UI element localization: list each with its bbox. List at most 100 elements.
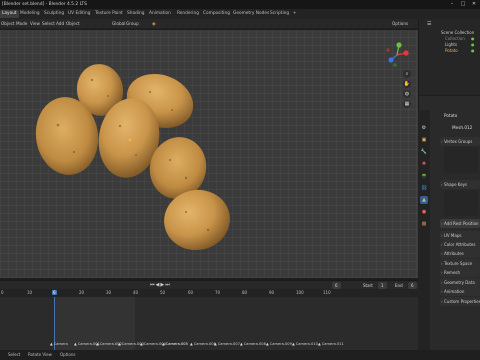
tab-uv-editing[interactable]: UV Editing xyxy=(66,10,92,18)
timeline-marker[interactable]: Camera xyxy=(50,342,68,346)
add-workspace-button[interactable]: + xyxy=(291,10,299,18)
panel-attributes[interactable]: Attributes xyxy=(440,249,480,258)
zoom-icon[interactable]: ⌕ xyxy=(403,70,411,78)
frame-tick: 60 xyxy=(188,290,194,295)
outliner-filter-icon[interactable]: ☰ xyxy=(427,21,431,27)
tab-layout[interactable]: Layout xyxy=(0,10,19,18)
outliner-collection[interactable]: Collection xyxy=(445,36,465,41)
frame-tick: 100 xyxy=(296,290,304,295)
mesh-name-field[interactable]: Mesh.012 xyxy=(452,125,472,130)
options-menu[interactable]: Options xyxy=(392,21,408,26)
timeline-marker-selected[interactable]: Camera.005 xyxy=(162,342,188,346)
end-label: End xyxy=(392,282,406,289)
frame-tick: 0 xyxy=(1,290,4,295)
3d-viewport[interactable]: ⌕ ✋ ◍ ▦ xyxy=(0,30,418,278)
workspace-tabs: Layout Modeling Sculpting UV Editing Tex… xyxy=(0,9,480,19)
object-name-field[interactable]: Potato xyxy=(444,113,457,118)
menu-select[interactable]: Select xyxy=(42,21,55,26)
playhead-frame[interactable]: 6 xyxy=(52,290,57,295)
timeline-marker[interactable]: Camera.008 xyxy=(240,342,266,346)
current-frame-field[interactable]: 6 xyxy=(332,282,341,289)
start-label: Start xyxy=(360,282,376,289)
minimize-button[interactable]: – xyxy=(447,1,457,8)
snap-selector[interactable]: Group xyxy=(126,21,139,26)
frame-tick: 40 xyxy=(133,290,139,295)
menu-view[interactable]: View xyxy=(30,21,40,26)
panel-shape-keys[interactable]: Shape Keys xyxy=(440,180,480,189)
material-tab-icon[interactable]: ● xyxy=(420,208,428,216)
timeline-marker[interactable]: Camera.006 xyxy=(190,342,216,346)
panel-texture-space[interactable]: Texture Space xyxy=(440,259,480,268)
menu-add[interactable]: Add xyxy=(56,21,64,26)
frame-tick: 90 xyxy=(269,290,275,295)
menu-object[interactable]: Object xyxy=(66,21,80,26)
frame-tick: 70 xyxy=(215,290,221,295)
end-frame-field[interactable]: 6 xyxy=(408,282,417,289)
modifier-tab-icon[interactable]: 🔧 xyxy=(420,148,428,156)
vertex-groups-list[interactable] xyxy=(444,147,478,173)
panel-custom-properties[interactable]: Custom Properties xyxy=(440,297,480,306)
physics-tab-icon[interactable]: ◓ xyxy=(420,172,428,180)
tab-shading[interactable]: Shading xyxy=(125,10,146,18)
shape-keys-list[interactable] xyxy=(444,190,478,216)
frame-tick: 110 xyxy=(323,290,331,295)
tool-tab-icon[interactable]: ⚙ xyxy=(420,124,428,132)
maximize-button[interactable]: □ xyxy=(458,1,468,8)
timeline-marker[interactable]: Camera.007 xyxy=(214,342,240,346)
constraints-tab-icon[interactable]: ⛓ xyxy=(420,184,428,192)
timeline-marker[interactable]: Camera.009 xyxy=(266,342,292,346)
add-rest-position-button[interactable]: Add Rest Position xyxy=(440,219,480,228)
particles-tab-icon[interactable]: ✺ xyxy=(420,160,428,168)
potato-mesh[interactable] xyxy=(31,60,235,255)
tab-animation[interactable]: Animation xyxy=(147,10,173,18)
panel-vertex-groups[interactable]: Vertex Groups xyxy=(440,137,480,146)
frame-tick: 20 xyxy=(79,290,85,295)
playback-controls[interactable]: ⏮◀▶⏭ xyxy=(150,282,171,288)
timeline-header: ⏮◀▶⏭ 6 Start 1 End 6 xyxy=(0,280,418,289)
visibility-icon[interactable]: ● xyxy=(471,36,475,41)
panel-animation[interactable]: Animation xyxy=(440,287,480,296)
start-frame-field[interactable]: 1 xyxy=(378,282,387,289)
timeline-marker[interactable]: Camera.010 xyxy=(292,342,318,346)
status-select: Select xyxy=(8,352,21,357)
outliner-potato[interactable]: Potato xyxy=(445,48,458,53)
tab-texture-paint[interactable]: Texture Paint xyxy=(93,10,125,18)
status-bar: Select Rotate View Options xyxy=(0,350,480,360)
timeline-area[interactable]: Camera Camera.001 Camera.002 Camera.003 … xyxy=(0,297,418,350)
transform-orientation[interactable]: Global xyxy=(112,21,125,26)
pan-hand-icon[interactable]: ✋ xyxy=(403,80,411,88)
panel-uv-maps[interactable]: UV Maps xyxy=(440,231,480,240)
outliner-lights[interactable]: Lights xyxy=(445,42,457,47)
frame-tick: 80 xyxy=(242,290,248,295)
status-options: Options xyxy=(60,352,76,357)
tab-compositing[interactable]: Compositing xyxy=(201,10,232,18)
mode-selector[interactable]: Object Mode xyxy=(1,21,27,26)
outliner: ☰ Scene Collection Collection Lights Pot… xyxy=(418,19,480,95)
camera-view-icon[interactable]: ◍ xyxy=(403,90,411,98)
panel-remesh[interactable]: Remesh xyxy=(440,268,480,277)
viewport-header: Object Mode View Select Add Object Globa… xyxy=(0,19,418,29)
viewport-scene[interactable] xyxy=(0,30,418,278)
status-rotate-view: Rotate View xyxy=(28,352,52,357)
tab-rendering[interactable]: Rendering xyxy=(175,10,201,18)
tab-geometry-nodes[interactable]: Geometry Nodes xyxy=(231,10,271,18)
object-tab-icon[interactable]: ▣ xyxy=(420,136,428,144)
navigation-gizmo[interactable] xyxy=(382,40,412,70)
properties-tabs: ⚙ ▣ 🔧 ✺ ◓ ⛓ ▲ ● ▩ xyxy=(418,110,430,350)
timeline-marker[interactable]: Camera.011 xyxy=(318,342,344,346)
panel-color-attributes[interactable]: Color Attributes xyxy=(440,240,480,249)
outliner-scene-collection[interactable]: Scene Collection xyxy=(441,30,474,35)
tab-scripting[interactable]: Scripting xyxy=(268,10,291,18)
visibility-icon[interactable]: ● xyxy=(471,42,475,47)
panel-geometry-data[interactable]: Geometry Data xyxy=(440,278,480,287)
timeline-ruler[interactable]: 0 10 6 20 30 40 50 60 70 80 90 100 110 xyxy=(0,289,418,297)
visibility-icon[interactable]: ● xyxy=(471,48,475,53)
close-button[interactable]: ✕ xyxy=(469,1,479,8)
tab-modeling[interactable]: Modeling xyxy=(18,10,42,18)
perspective-grid-icon[interactable]: ▦ xyxy=(403,100,411,108)
origin-dot xyxy=(128,138,132,142)
tab-sculpting[interactable]: Sculpting xyxy=(42,10,66,18)
texture-tab-icon[interactable]: ▩ xyxy=(420,220,428,228)
proportional-icon[interactable]: ◉ xyxy=(152,21,156,26)
data-tab-icon[interactable]: ▲ xyxy=(420,196,428,204)
